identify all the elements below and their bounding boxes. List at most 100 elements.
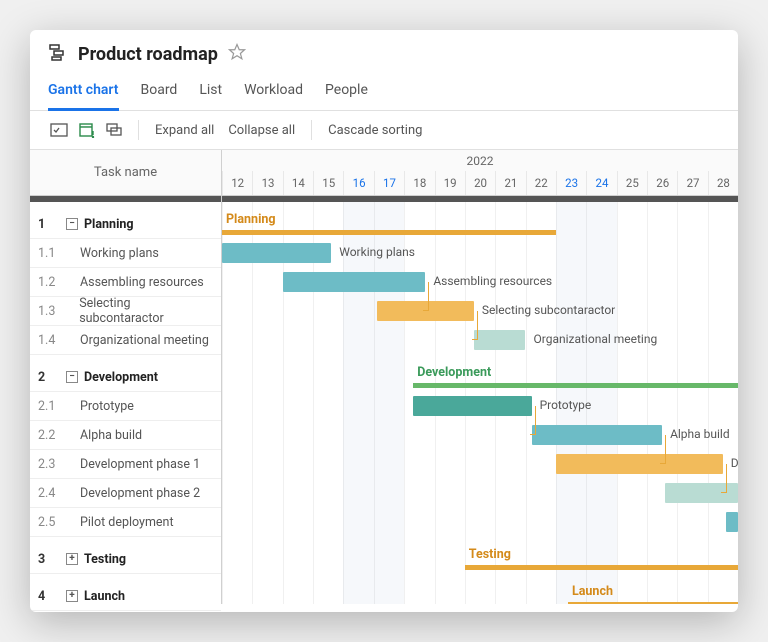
checklist-icon[interactable] <box>48 119 70 141</box>
tab-people[interactable]: People <box>325 74 368 111</box>
task-list-panel: Task name 1−Planning1.1Working plans1.2A… <box>30 150 222 604</box>
task-row[interactable]: 1.3 Selecting subcontaractor <box>30 297 221 326</box>
task-name: Development phase 1 <box>66 457 200 472</box>
task-row[interactable]: 2.4 Development phase 2 <box>30 479 221 508</box>
roadmap-icon <box>48 42 68 66</box>
task-bar[interactable] <box>413 396 531 416</box>
day-cell: 18 <box>404 171 434 195</box>
task-group-row[interactable]: 4 + Launch <box>30 582 221 611</box>
task-name: Planning <box>84 217 134 232</box>
day-cell: 25 <box>617 171 647 195</box>
task-number: 2.5 <box>38 515 60 530</box>
expand-icon[interactable]: + <box>66 553 78 565</box>
group-summary-bar[interactable] <box>413 383 738 388</box>
cascade-icon[interactable] <box>104 119 126 141</box>
task-bar-label: Working plans <box>339 245 415 259</box>
tab-gantt-chart[interactable]: Gantt chart <box>48 74 119 111</box>
gantt-grid: Task name 1−Planning1.1Working plans1.2A… <box>30 150 738 604</box>
task-bar[interactable] <box>283 272 426 292</box>
tab-workload[interactable]: Workload <box>244 74 303 111</box>
task-name: Assembling resources <box>66 275 204 290</box>
group-bar-label: Development <box>417 365 491 380</box>
day-cell: 26 <box>647 171 677 195</box>
year-label: 2022 <box>222 154 738 168</box>
task-number: 1.4 <box>38 333 60 348</box>
task-group-row[interactable]: 3+Testing <box>30 545 221 574</box>
task-number: 2.1 <box>38 399 60 414</box>
toolbar: Expand all Collapse all Cascade sorting <box>30 111 738 150</box>
day-cell: 21 <box>495 171 525 195</box>
day-cell: 19 <box>435 171 465 195</box>
day-cell: 16 <box>343 171 373 195</box>
app-window: Product roadmap Gantt chart Board List Work… <box>30 30 738 612</box>
task-name: Working plans <box>66 246 159 261</box>
task-bar[interactable] <box>474 330 526 350</box>
favorite-star-icon[interactable] <box>228 43 246 65</box>
day-cell: 14 <box>283 171 313 195</box>
task-name: Selecting subcontaractor <box>65 296 213 326</box>
task-number: 3 <box>38 552 60 567</box>
task-bar-label: Selecting subcontaractor <box>482 303 615 317</box>
day-cell: 24 <box>586 171 616 195</box>
group-summary-bar[interactable] <box>465 565 738 570</box>
scroll-strip <box>30 196 221 202</box>
task-number: 4 <box>38 589 60 604</box>
task-bar[interactable] <box>532 425 663 445</box>
task-name: Prototype <box>66 399 134 414</box>
task-row[interactable]: 1.2 Assembling resources <box>30 268 221 297</box>
task-number: 2 <box>38 370 60 385</box>
task-number: 2.3 <box>38 457 60 472</box>
task-name: Launch <box>84 589 125 604</box>
collapse-all-button[interactable]: Collapse all <box>224 121 299 140</box>
expand-icon[interactable]: + <box>66 590 78 602</box>
day-cell: 12 <box>222 171 252 195</box>
day-cell: 20 <box>465 171 495 195</box>
page-title: Product roadmap <box>78 44 218 65</box>
task-number: 2.4 <box>38 486 60 501</box>
task-row[interactable]: 2.5 Pilot deployment <box>30 508 221 537</box>
tab-list[interactable]: List <box>199 74 222 111</box>
calendar-alert-icon[interactable] <box>76 119 98 141</box>
day-cell: 28 <box>708 171 738 195</box>
group-summary-bar[interactable] <box>568 602 738 604</box>
task-group-row[interactable]: 1−Planning <box>30 210 221 239</box>
task-name: Development phase 2 <box>66 486 200 501</box>
task-bar[interactable] <box>665 483 738 503</box>
task-row[interactable]: 2.3 Development phase 1 <box>30 450 221 479</box>
task-bar[interactable] <box>556 454 723 474</box>
gantt-chart-area: PlanningWorking plansAssembling resource… <box>222 202 738 604</box>
cascade-sorting-button[interactable]: Cascade sorting <box>324 121 426 140</box>
day-cell: 15 <box>313 171 343 195</box>
group-summary-bar[interactable] <box>222 230 556 235</box>
task-number: 1.1 <box>38 246 60 261</box>
task-number: 1.2 <box>38 275 60 290</box>
timeline-panel[interactable]: 2022 1213141516171819202122232425262728 … <box>222 150 738 604</box>
task-bar[interactable] <box>726 512 738 532</box>
task-name: Development <box>84 370 158 385</box>
task-row[interactable]: 1.1 Working plans <box>30 239 221 268</box>
task-row[interactable]: 2.1 Prototype <box>30 392 221 421</box>
day-cell: 13 <box>252 171 282 195</box>
task-number: 1.3 <box>38 304 59 319</box>
task-number: 1 <box>38 217 60 232</box>
task-number: 2.2 <box>38 428 60 443</box>
day-cell: 23 <box>556 171 586 195</box>
task-row[interactable]: 1.4 Organizational meeting <box>30 326 221 355</box>
collapse-icon[interactable]: − <box>66 371 78 383</box>
timeline-header: 2022 1213141516171819202122232425262728 <box>222 150 738 196</box>
task-group-row[interactable]: 2−Development <box>30 363 221 392</box>
task-name: Organizational meeting <box>66 333 209 348</box>
view-tabs: Gantt chart Board List Workload People <box>30 74 738 111</box>
task-bar-label: Developm <box>731 456 738 470</box>
task-name: Pilot deployment <box>66 515 174 530</box>
task-bar[interactable] <box>377 301 474 321</box>
task-bar[interactable] <box>222 243 331 263</box>
task-row[interactable]: 2.2 Alpha build <box>30 421 221 450</box>
tab-board[interactable]: Board <box>141 74 178 111</box>
collapse-icon[interactable]: − <box>66 218 78 230</box>
expand-all-button[interactable]: Expand all <box>151 121 218 140</box>
group-bar-label: Launch <box>572 584 613 599</box>
group-bar-label: Planning <box>226 212 276 227</box>
group-bar-label: Testing <box>469 547 511 562</box>
task-name: Alpha build <box>66 428 142 443</box>
